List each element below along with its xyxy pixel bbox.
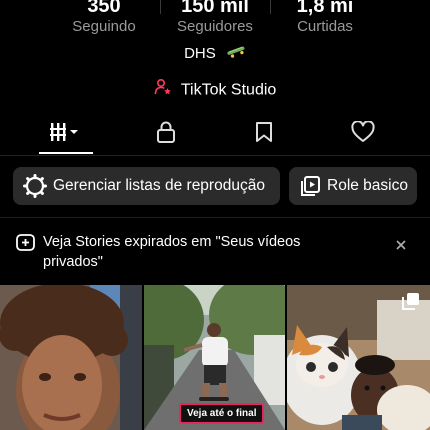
likes-count: 1,8 mi	[296, 0, 354, 17]
followers-label: Seguidores	[177, 18, 253, 35]
close-icon[interactable]	[394, 238, 408, 252]
following-count: 350	[87, 0, 121, 17]
notice-text: Veja Stories expirados em "Seus vídeos p…	[43, 234, 301, 270]
video-thumbnail-image	[0, 285, 142, 430]
playlist-icon	[299, 175, 321, 197]
profile-bio: DHS	[0, 44, 430, 64]
tab-videos[interactable]	[37, 116, 97, 152]
following-stat[interactable]: 350 Seguindo	[49, 0, 159, 36]
likes-stat[interactable]: 1,8 mi Curtidas	[270, 0, 380, 36]
tab-liked[interactable]	[333, 116, 393, 152]
tabs-divider	[0, 155, 430, 156]
likes-label: Curtidas	[297, 18, 353, 35]
followers-stat[interactable]: 150 mil Seguidores	[160, 0, 270, 36]
watch-till-end-badge: Veja até o final	[179, 403, 265, 424]
tab-saved[interactable]	[234, 116, 294, 152]
manage-playlists-label: Gerenciar listas de reprodução	[53, 177, 265, 194]
add-video-icon	[16, 234, 35, 256]
video-thumbnail[interactable]	[0, 285, 142, 430]
tab-private[interactable]	[136, 116, 196, 152]
bio-text: DHS	[184, 45, 216, 62]
videos-grid-icon	[50, 122, 84, 146]
profile-tabs	[0, 116, 430, 156]
followers-count: 150 mil	[181, 0, 249, 17]
video-grid: Veja até o final	[0, 285, 430, 430]
profile-stats: 350 Seguindo 150 mil Seguidores 1,8 mi C…	[0, 0, 430, 38]
manage-playlists-button[interactable]: Gerenciar listas de reprodução	[13, 167, 280, 205]
gear-icon	[23, 174, 47, 198]
expired-stories-notice[interactable]: Veja Stories expirados em "Seus vídeos p…	[16, 232, 416, 272]
following-label: Seguindo	[72, 18, 136, 35]
tiktok-studio-link[interactable]: TikTok Studio	[0, 78, 430, 103]
video-thumbnail[interactable]	[287, 285, 430, 430]
role-basico-label: Role basico	[327, 177, 408, 194]
video-thumbnail[interactable]: Veja até o final	[144, 285, 285, 430]
playlist-role-basico-button[interactable]: Role basico	[289, 167, 417, 205]
person-star-icon	[154, 78, 172, 103]
skateboard-icon	[226, 44, 246, 64]
active-tab-indicator	[39, 152, 93, 154]
heart-icon	[351, 119, 375, 148]
multi-photo-icon	[402, 292, 420, 315]
lock-icon	[156, 121, 176, 148]
section-divider	[0, 217, 430, 218]
tiktok-studio-label: TikTok Studio	[180, 81, 277, 99]
bookmark-icon	[255, 121, 273, 148]
